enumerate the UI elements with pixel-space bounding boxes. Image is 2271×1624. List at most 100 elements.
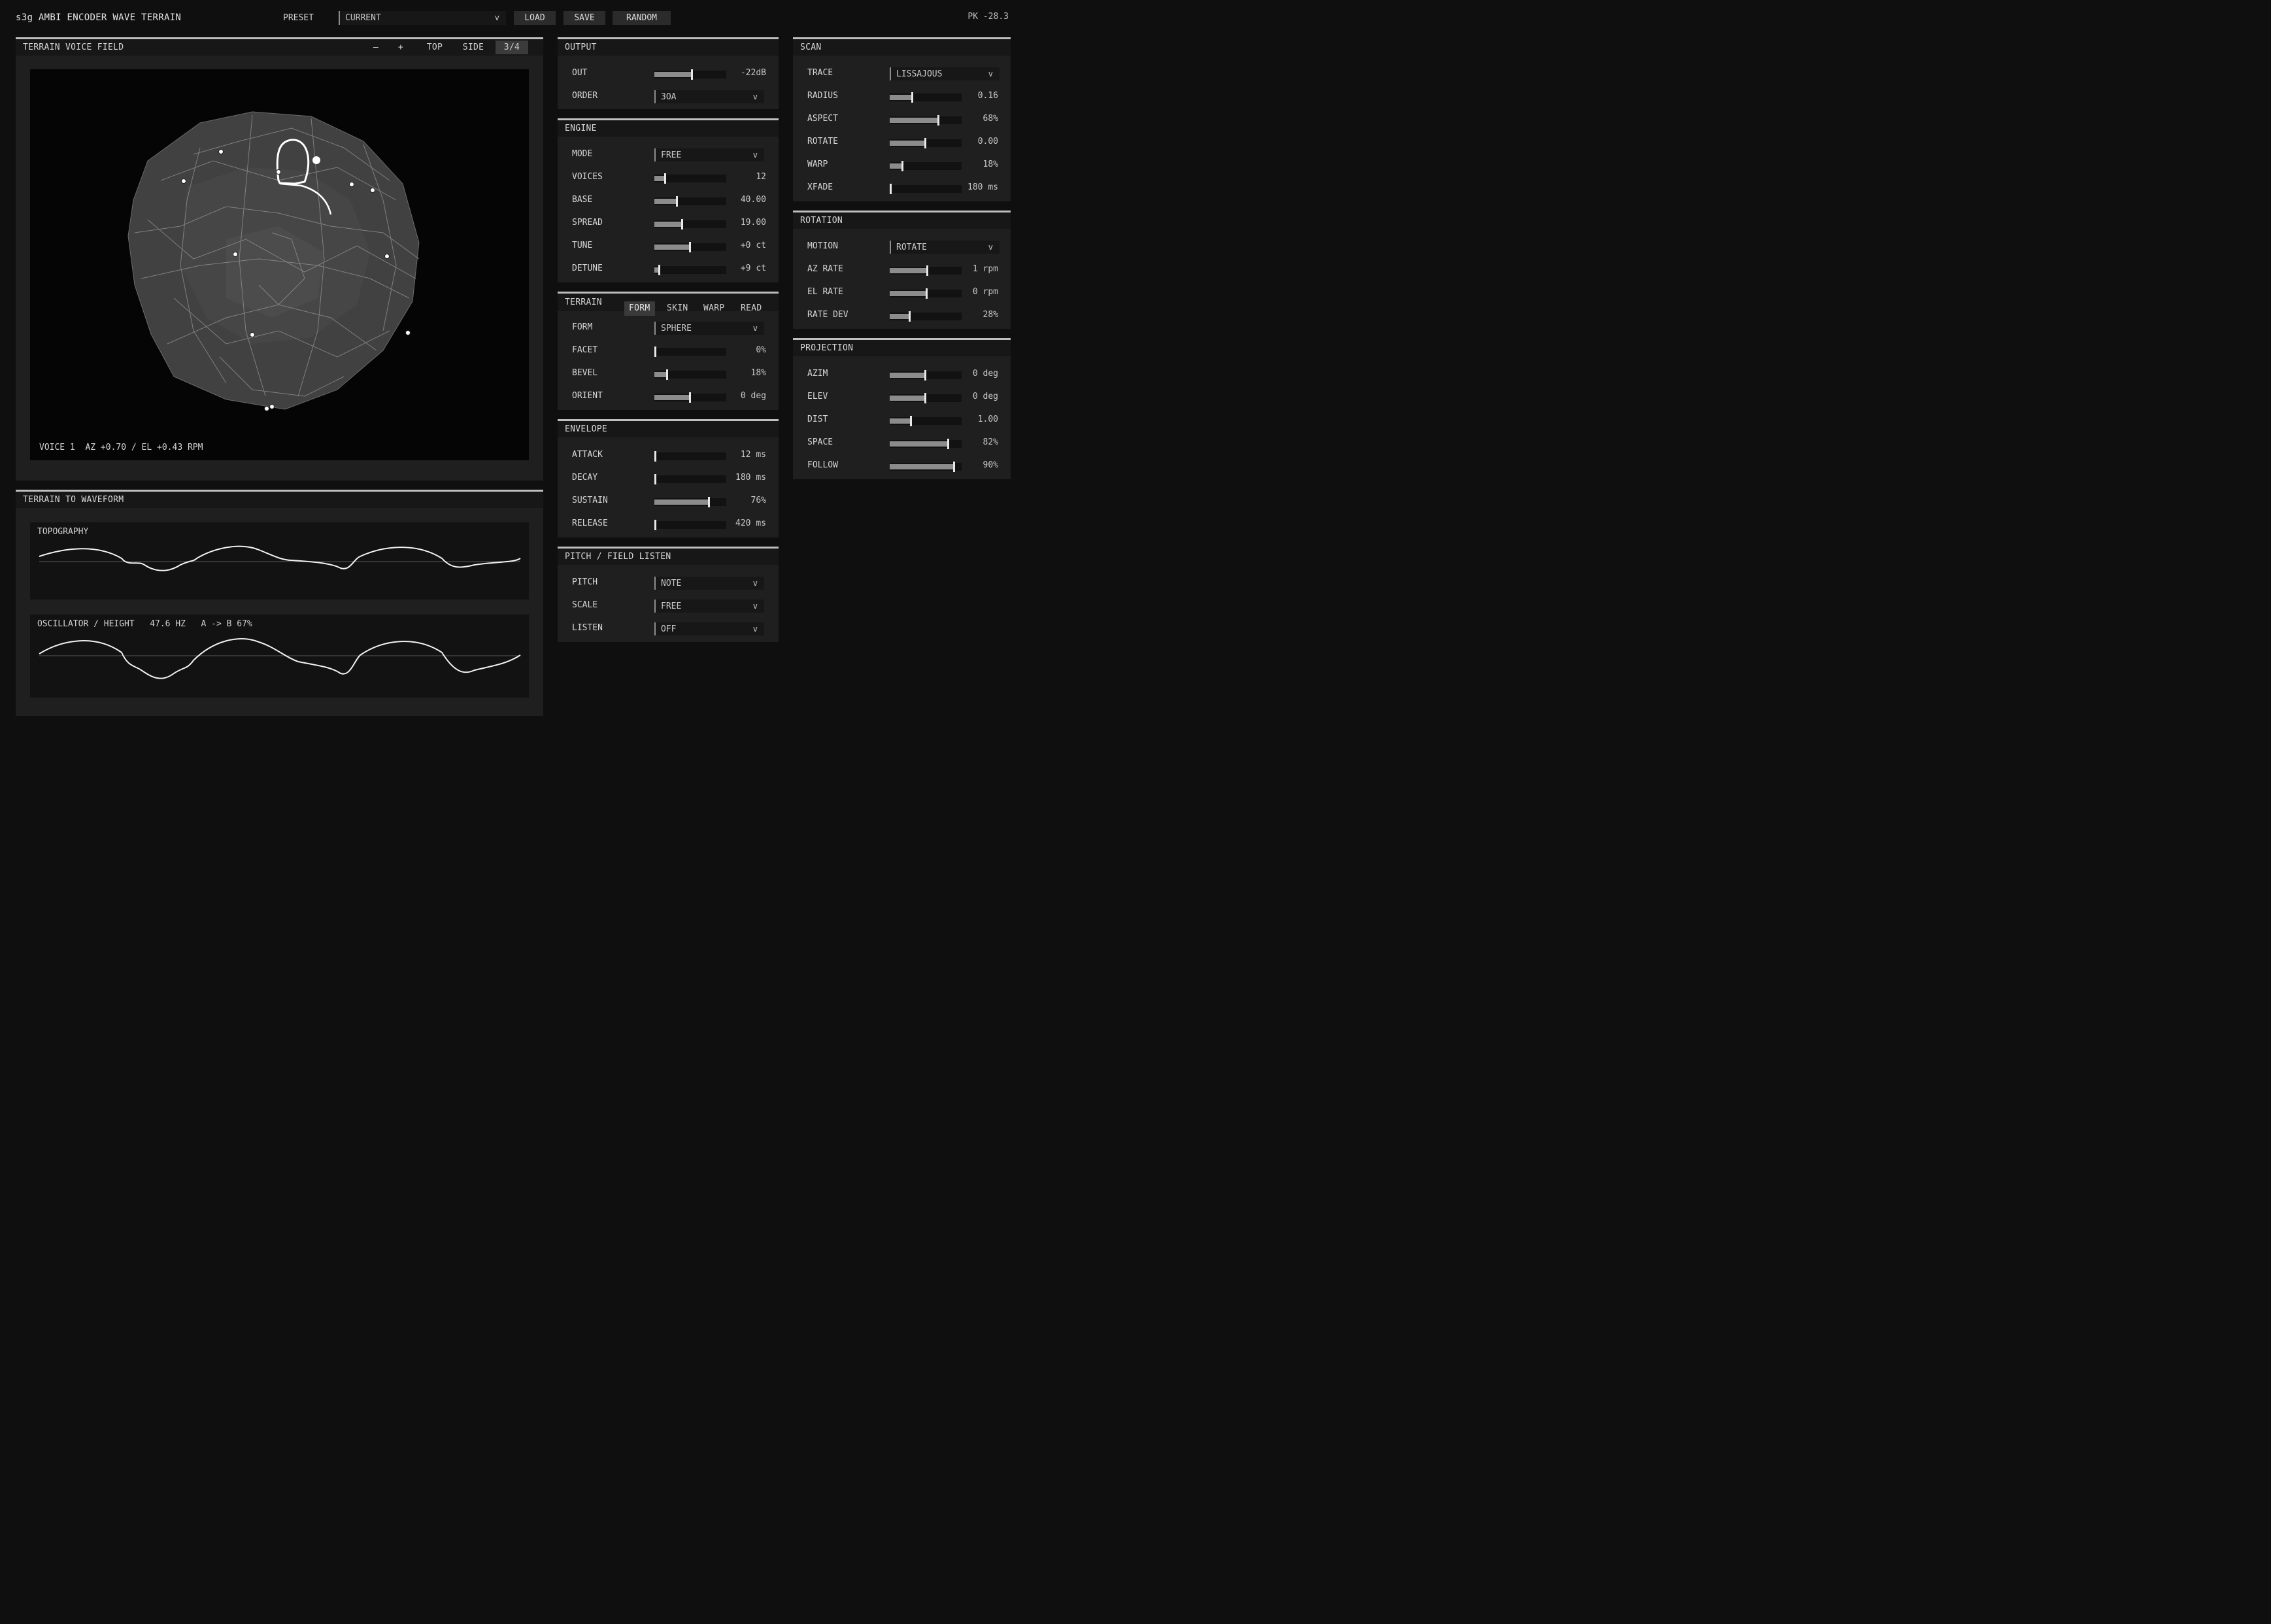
terrain-to-waveform-panel: TERRAIN TO WAVEFORM TOPOGRAPHY OSCILLATO… xyxy=(16,490,543,716)
view-three-quarter-button[interactable]: 3/4 xyxy=(496,41,528,54)
terrain-mesh xyxy=(127,111,420,411)
view-side-button[interactable]: SIDE xyxy=(458,41,489,54)
orient-row: ORIENT 0 deg xyxy=(558,384,779,407)
facet-slider[interactable] xyxy=(654,347,726,357)
az-rate-slider[interactable] xyxy=(890,265,962,276)
app-title: s3g AMBI ENCODER WAVE TERRAIN xyxy=(16,12,182,23)
dist-slider[interactable] xyxy=(890,416,962,426)
radius-slider[interactable] xyxy=(890,92,962,103)
orient-slider[interactable] xyxy=(654,392,726,403)
base-slider[interactable] xyxy=(654,196,726,207)
scale-label: SCALE xyxy=(572,600,598,610)
bevel-value: 18% xyxy=(750,368,766,378)
sustain-slider[interactable] xyxy=(654,497,726,507)
radius-row: RADIUS 0.16 xyxy=(793,84,1011,107)
chevron-down-icon: v xyxy=(988,69,993,78)
active-voice-marker xyxy=(312,156,320,164)
elev-value: 0 deg xyxy=(972,392,998,401)
tab-skin[interactable]: SKIN xyxy=(662,301,693,316)
listen-row: LISTEN OFF v xyxy=(558,617,779,639)
out-value: -22dB xyxy=(740,68,766,78)
listen-select[interactable]: OFF v xyxy=(654,622,764,635)
scale-select[interactable]: FREE v xyxy=(654,600,764,613)
tab-read[interactable]: READ xyxy=(736,301,767,316)
spread-slider[interactable] xyxy=(654,219,726,229)
attack-slider[interactable] xyxy=(654,451,726,462)
rotation-panel: ROTATION MOTION ROTATE v AZ RATE 1 rpm EL… xyxy=(793,211,1011,329)
release-slider[interactable] xyxy=(654,520,726,530)
chevron-down-icon: v xyxy=(494,13,499,22)
voices-row: VOICES 12 xyxy=(558,165,779,188)
output-panel: OUTPUT OUT -22dB ORDER 3OA v xyxy=(558,37,779,109)
trace-select[interactable]: LISSAJOUS v xyxy=(890,67,1000,80)
chevron-down-icon: v xyxy=(752,92,758,101)
decay-slider[interactable] xyxy=(654,474,726,484)
elev-slider[interactable] xyxy=(890,393,962,403)
release-label: RELEASE xyxy=(572,518,608,528)
save-button[interactable]: SAVE xyxy=(564,11,605,25)
space-slider[interactable] xyxy=(890,439,962,449)
bevel-slider[interactable] xyxy=(654,369,726,380)
attack-value: 12 ms xyxy=(740,450,766,460)
azim-slider[interactable] xyxy=(890,370,962,381)
motion-select[interactable]: ROTATE v xyxy=(890,241,1000,254)
voices-slider[interactable] xyxy=(654,173,726,184)
panel-title: TERRAIN xyxy=(565,297,602,307)
aspect-label: ASPECT xyxy=(807,114,838,124)
zoom-out-button[interactable]: – xyxy=(369,41,383,54)
spread-label: SPREAD xyxy=(572,218,603,228)
voice-readout: VOICE 1 AZ +0.70 / EL +0.43 RPM xyxy=(39,443,203,452)
projection-panel: PROJECTION AZIM 0 deg ELEV 0 deg DIST 1.… xyxy=(793,338,1011,479)
xfade-slider[interactable] xyxy=(890,184,962,194)
base-row: BASE 40.00 xyxy=(558,188,779,211)
sustain-label: SUSTAIN xyxy=(572,496,608,505)
detune-slider[interactable] xyxy=(654,265,726,275)
aspect-slider[interactable] xyxy=(890,115,962,126)
facet-row: FACET 0% xyxy=(558,339,779,362)
listen-label: LISTEN xyxy=(572,623,603,633)
trace-row: TRACE LISSAJOUS v xyxy=(793,61,1011,84)
tab-form[interactable]: FORM xyxy=(624,301,655,316)
release-value: 420 ms xyxy=(735,518,766,528)
preset-select-value: CURRENT xyxy=(345,13,381,23)
load-button[interactable]: LOAD xyxy=(514,11,556,25)
topography-wave xyxy=(39,545,521,571)
warp-label: WARP xyxy=(807,160,828,169)
order-select[interactable]: 3OA v xyxy=(654,90,764,103)
warp-slider[interactable] xyxy=(890,161,962,171)
pitch-select[interactable]: NOTE v xyxy=(654,577,764,590)
tune-slider[interactable] xyxy=(654,242,726,252)
panel-title: PROJECTION xyxy=(793,340,1011,356)
scale-row: SCALE FREE v xyxy=(558,594,779,617)
random-button[interactable]: RANDOM xyxy=(613,11,671,25)
view-top-button[interactable]: TOP xyxy=(420,41,450,54)
azim-row: AZIM 0 deg xyxy=(793,362,1011,385)
voices-label: VOICES xyxy=(572,172,603,182)
mode-select-value: FREE xyxy=(661,150,682,160)
terrain-viewport[interactable]: VOICE 1 AZ +0.70 / EL +0.43 RPM xyxy=(30,69,529,460)
sustain-row: SUSTAIN 76% xyxy=(558,489,779,512)
tab-warp[interactable]: WARP xyxy=(699,301,730,316)
panel-title: PITCH / FIELD LISTEN xyxy=(558,549,779,565)
decay-label: DECAY xyxy=(572,473,598,482)
rate-dev-row: RATE DEV 28% xyxy=(793,303,1011,326)
mode-select[interactable]: FREE v xyxy=(654,148,764,161)
form-select[interactable]: SPHERE v xyxy=(654,322,764,335)
out-slider[interactable] xyxy=(654,69,726,80)
peak-meter-readout: PK -28.3 xyxy=(967,12,1009,22)
panel-title: ENGINE xyxy=(558,120,779,137)
chevron-down-icon: v xyxy=(752,601,758,611)
base-label: BASE xyxy=(572,195,593,205)
el-rate-slider[interactable] xyxy=(890,288,962,299)
base-value: 40.00 xyxy=(740,195,766,205)
facet-label: FACET xyxy=(572,345,598,355)
order-label: ORDER xyxy=(572,91,598,101)
xfade-value: 180 ms xyxy=(967,182,998,192)
dist-label: DIST xyxy=(807,414,828,424)
rate-dev-slider[interactable] xyxy=(890,311,962,322)
zoom-in-button[interactable]: + xyxy=(394,41,408,54)
space-row: SPACE 82% xyxy=(793,431,1011,454)
preset-select[interactable]: CURRENT v xyxy=(339,11,506,25)
rotate-slider[interactable] xyxy=(890,138,962,148)
follow-slider[interactable] xyxy=(890,462,962,472)
